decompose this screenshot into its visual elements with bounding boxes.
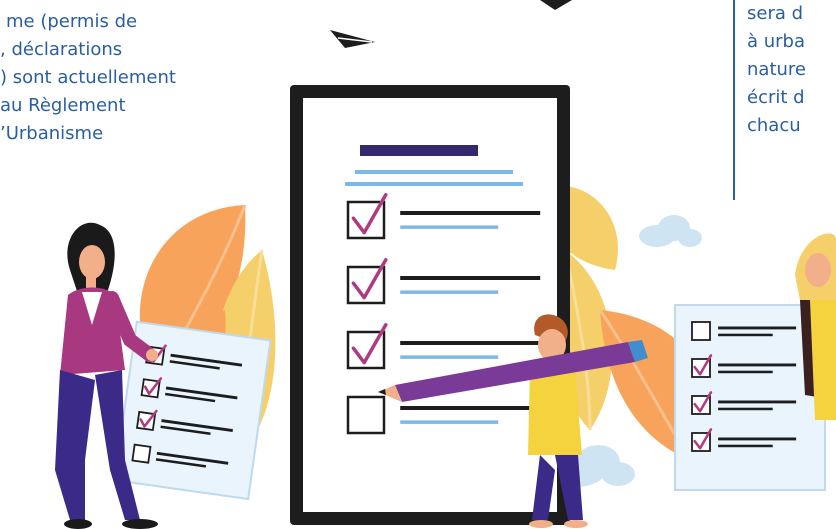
right-text-line: chacu (747, 115, 801, 136)
checklist-line (718, 363, 797, 367)
right-text-line: nature (747, 59, 806, 80)
left-text-line: ’Urbanisme (0, 123, 104, 144)
left-text-line: me (permis de (6, 11, 138, 32)
checklist-subline (718, 407, 773, 411)
checklist-subline (400, 290, 499, 294)
checklist-subline (400, 355, 499, 359)
checklist-subline (400, 225, 499, 229)
checklist-subline (400, 420, 499, 424)
checklist-subline (718, 333, 773, 337)
checklist-subline (718, 444, 773, 448)
left-text-line: , déclarations (0, 39, 123, 60)
checkbox-icon (691, 321, 711, 341)
checklist-subline (718, 370, 773, 374)
right-text-line: à urba (747, 31, 806, 52)
right-text-line: écrit d (747, 87, 805, 108)
clipboard (290, 85, 570, 525)
checklist-line (400, 406, 541, 410)
left-text-line: au Règlement (0, 95, 126, 116)
checkbox-icon (346, 395, 386, 435)
cloud-icon (639, 215, 702, 247)
checklist-line (400, 341, 541, 345)
paper-plane-icon (540, 0, 572, 10)
checklist-line (718, 437, 797, 441)
checkbox-icon (131, 443, 152, 464)
left-text-line: ) sont actuellement (0, 67, 176, 88)
paper-plane-icon (330, 30, 375, 48)
checklist-line (718, 326, 797, 330)
left-text-block: me (permis de , déclarations ) sont actu… (0, 0, 250, 200)
checklist-line (400, 276, 541, 280)
right-text-line: sera d (747, 3, 804, 24)
checklist-line (400, 211, 541, 215)
right-text-block: sera d à urba nature écrit d chacu (733, 0, 836, 200)
checklist-line (718, 400, 797, 404)
